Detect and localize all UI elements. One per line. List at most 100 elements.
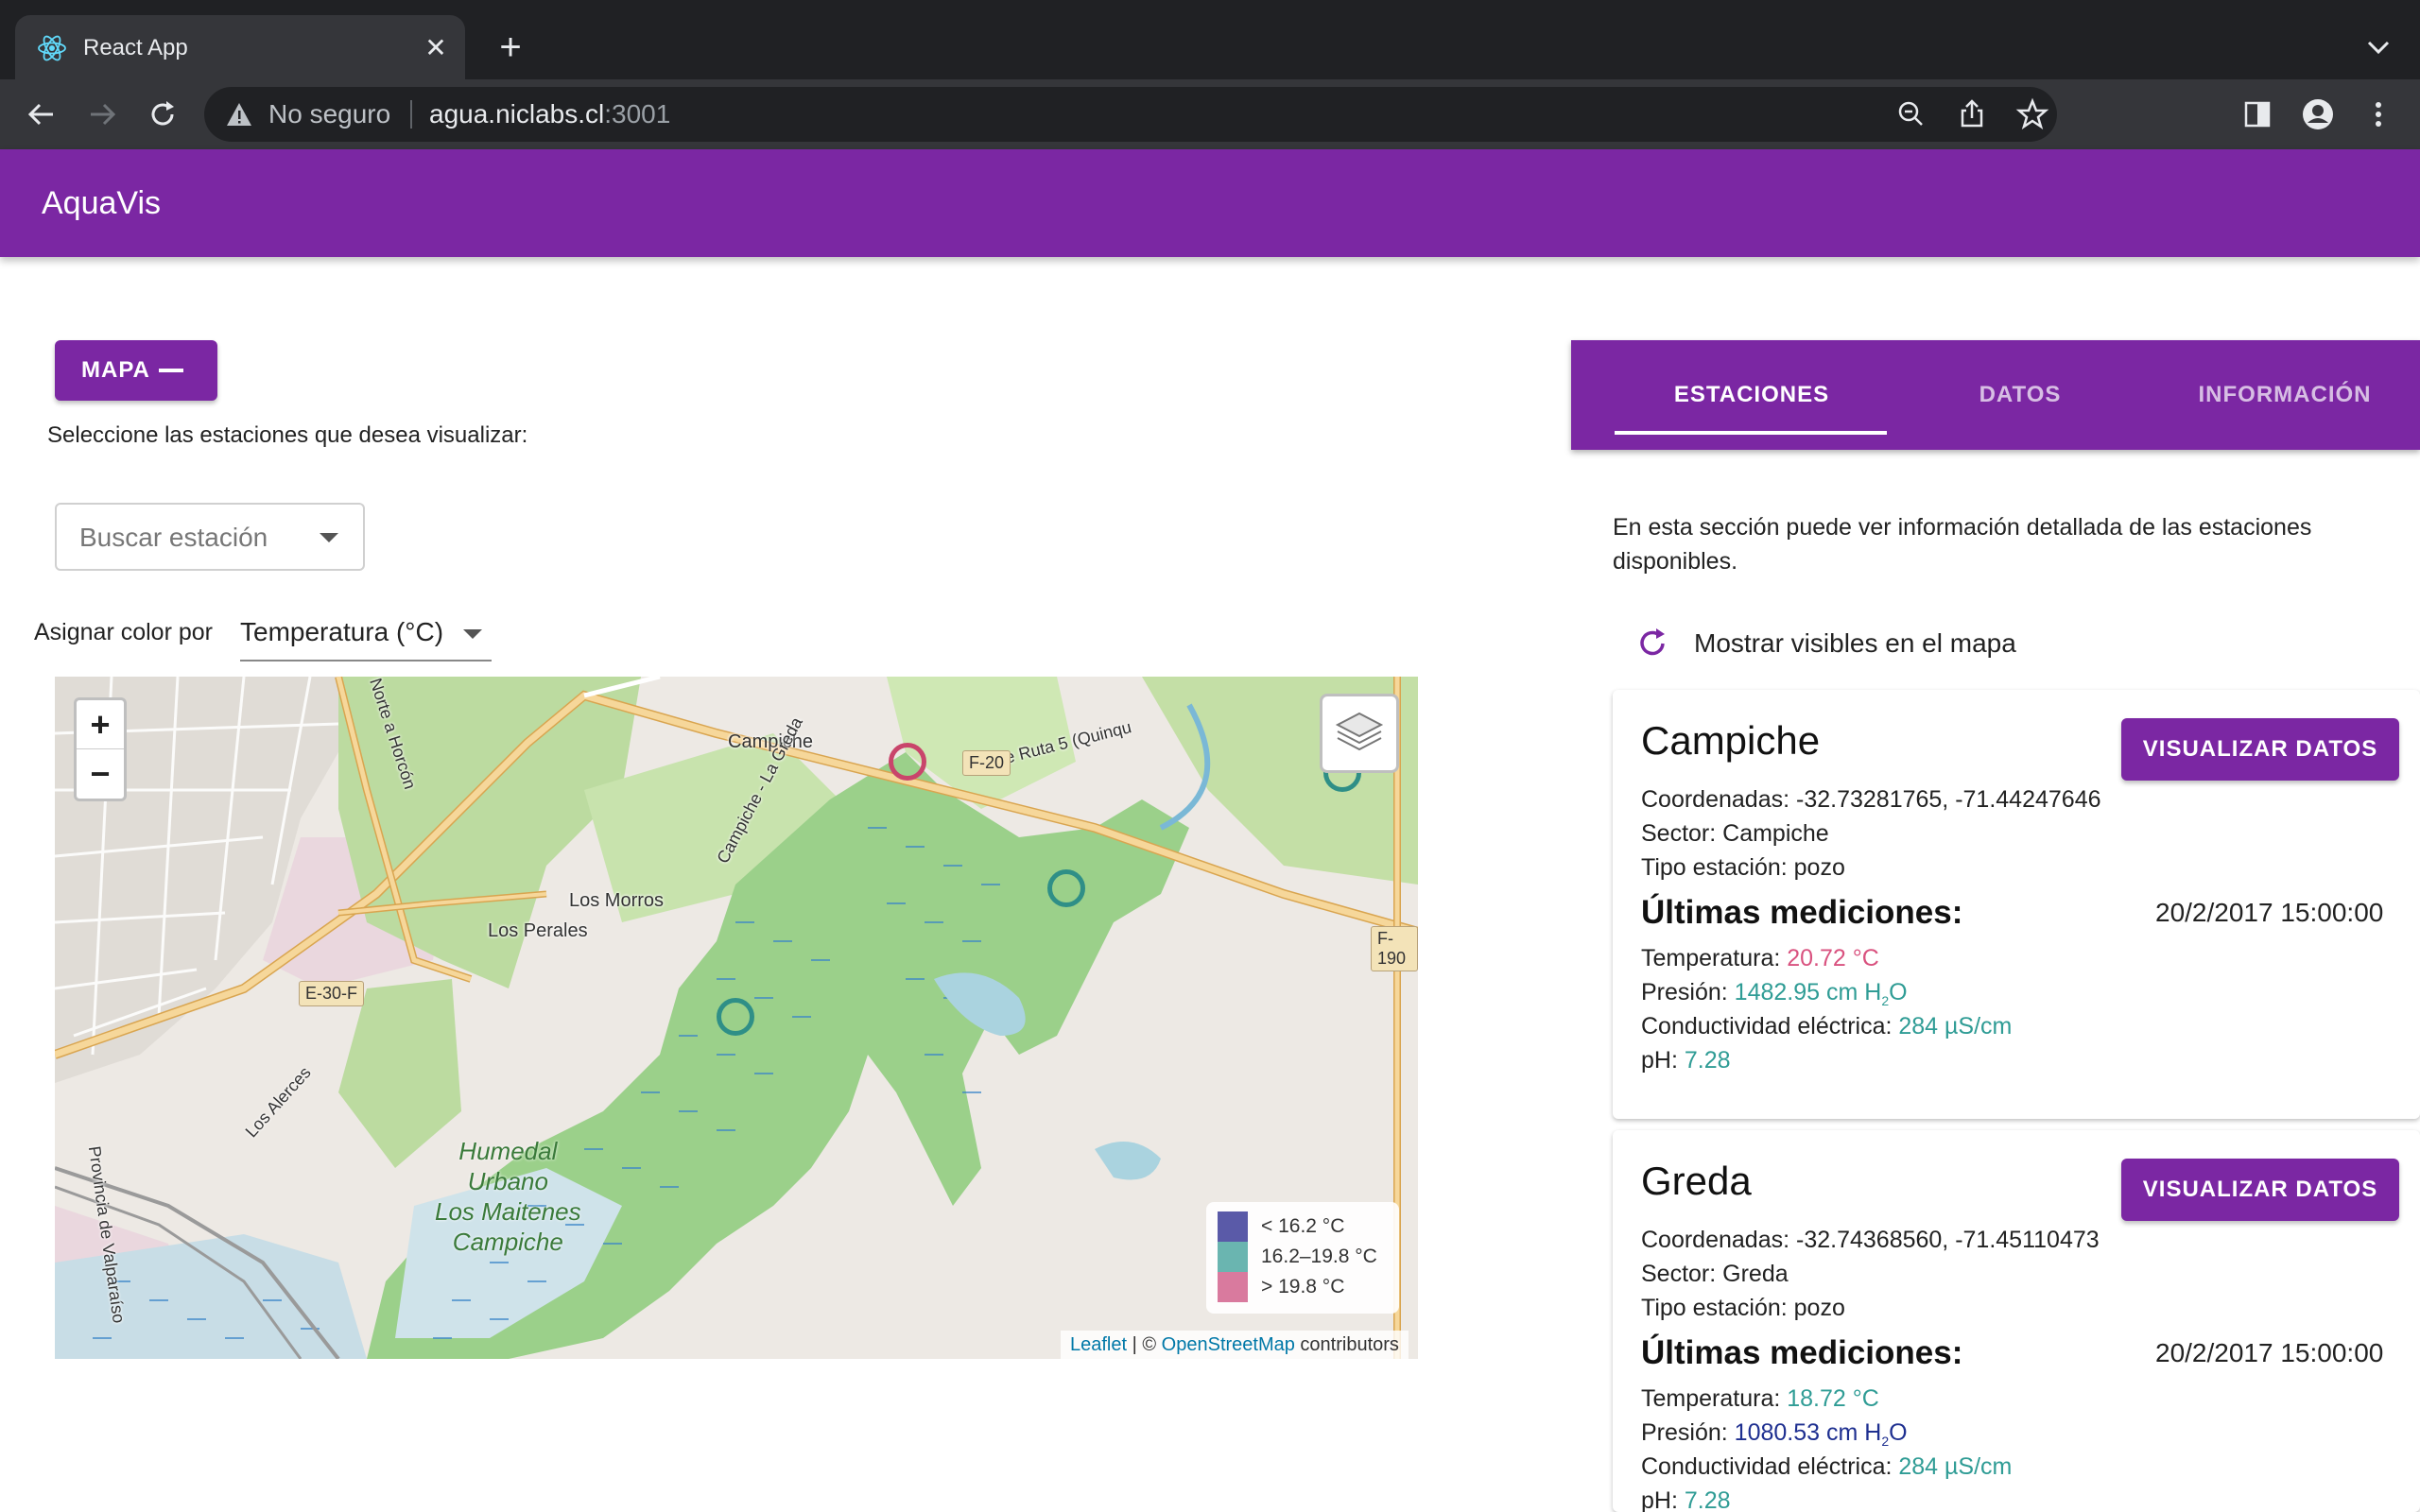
map-label-humedal: Humedal Urbano Los Maitenes Campiche	[435, 1136, 581, 1257]
show-visible-label[interactable]: Mostrar visibles en el mapa	[1694, 626, 2016, 662]
pressure-value-main: 1482.95 cm H	[1734, 979, 1882, 1005]
temperature-label: Temperatura:	[1641, 1385, 1788, 1412]
temperature-value: 20.72 °C	[1787, 945, 1879, 971]
conductivity-label: Conductividad eléctrica:	[1641, 1013, 1899, 1040]
humedal-line-4: Campiche	[452, 1228, 563, 1256]
leaflet-link[interactable]: Leaflet	[1070, 1334, 1127, 1355]
address-bar[interactable]: No seguro agua.niclabs.cl:3001	[204, 87, 2057, 142]
ph-row: pH: 7.28	[1641, 1484, 1731, 1512]
back-icon[interactable]	[21, 94, 62, 135]
map-label-los-perales: Los Perales	[488, 920, 588, 941]
layers-control[interactable]	[1320, 694, 1399, 773]
dropdown-arrow-icon	[463, 629, 482, 639]
pressure-label: Presión:	[1641, 1419, 1735, 1446]
chevron-down-icon[interactable]	[2360, 28, 2397, 66]
road-shield-f190: F-190	[1371, 926, 1418, 971]
measurement-date: 20/2/2017 15:00:00	[2155, 1338, 2384, 1367]
legend-swatch	[1218, 1272, 1248, 1302]
osm-link[interactable]: OpenStreetMap	[1162, 1334, 1295, 1355]
temperature-row: Temperatura: 20.72 °C	[1641, 941, 1879, 975]
visualize-data-button[interactable]: VISUALIZAR DATOS	[2121, 718, 2399, 781]
station-sector: Sector: Greda	[1641, 1261, 1789, 1287]
map-label-los-morros: Los Morros	[569, 890, 665, 911]
pressure-suffix: O	[1889, 1419, 1908, 1446]
station-marker[interactable]	[717, 998, 754, 1036]
side-panel-icon[interactable]	[2237, 94, 2278, 135]
station-coordinates: Coordenadas: -32.73281765, -71.44247646	[1641, 786, 2101, 813]
browser-toolbar: No seguro agua.niclabs.cl:3001	[0, 79, 2420, 149]
legend-swatch	[1218, 1211, 1248, 1242]
close-tab-icon[interactable]: ✕	[420, 32, 452, 64]
right-tab-bar: ESTACIONES DATOS INFORMACIÓN	[1571, 340, 2420, 450]
reload-icon[interactable]	[142, 94, 183, 135]
latest-measurements-heading: Últimas mediciones:	[1641, 1334, 1963, 1371]
ph-label: pH:	[1641, 1047, 1685, 1074]
map-toggle-label: MAPA	[81, 357, 150, 383]
station-marker-red[interactable]	[889, 743, 926, 781]
ph-value: 7.28	[1684, 1487, 1731, 1512]
color-by-select[interactable]: Temperatura (°C)	[240, 609, 492, 662]
ph-label: pH:	[1641, 1487, 1685, 1512]
pressure-label: Presión:	[1641, 979, 1735, 1005]
pressure-value: 1482.95 cm H2O	[1734, 979, 1908, 1008]
ph-value: 7.28	[1684, 1047, 1731, 1074]
station-search-placeholder: Buscar estación	[79, 523, 268, 552]
collapse-icon	[159, 369, 183, 372]
url-text[interactable]: agua.niclabs.cl:3001	[429, 98, 670, 130]
map-toggle-button[interactable]: MAPA	[55, 340, 217, 401]
pressure-value-main: 1080.53 cm H	[1734, 1419, 1882, 1446]
url-port: :3001	[604, 99, 671, 129]
zoom-out-button[interactable]: −	[77, 749, 124, 799]
react-icon	[38, 35, 66, 61]
legend-label: < 16.2 °C	[1261, 1215, 1345, 1237]
browser-tab-strip: React App ✕ +	[0, 0, 2420, 79]
humedal-line-3: Los Maitenes	[435, 1197, 581, 1226]
station-name: Campiche	[1641, 718, 1821, 763]
security-label[interactable]: No seguro	[268, 98, 390, 130]
profile-icon[interactable]	[2297, 94, 2339, 135]
dropdown-arrow-icon	[320, 533, 338, 542]
legend-label: 16.2–19.8 °C	[1261, 1246, 1377, 1267]
tab-datos[interactable]: DATOS	[1883, 340, 2157, 450]
color-by-label: Asignar color por	[34, 619, 213, 645]
conductivity-value: 284 µS/cm	[1898, 1013, 2013, 1040]
temperature-row: Temperatura: 18.72 °C	[1641, 1382, 1879, 1416]
legend-swatch	[1218, 1242, 1248, 1272]
color-by-value: Temperatura (°C)	[240, 617, 444, 646]
map-attribution: Leaflet | © OpenStreetMap contributors	[1061, 1331, 1409, 1359]
station-map[interactable]: Campiche Los Morros Los Perales Cruce Ru…	[55, 677, 1418, 1359]
zoom-control: + −	[74, 697, 127, 801]
layers-icon	[1335, 712, 1384, 751]
new-tab-icon[interactable]: +	[492, 28, 529, 66]
humedal-line-1: Humedal	[458, 1137, 558, 1165]
section-description: En esta sección puede ver información de…	[1613, 514, 2312, 575]
more-menu-icon[interactable]	[2358, 94, 2399, 135]
app-bar: AquaVis	[0, 149, 2420, 257]
station-search-select[interactable]: Buscar estación	[55, 503, 365, 571]
share-icon[interactable]	[1951, 94, 1993, 135]
station-sector: Sector: Campiche	[1641, 820, 1829, 847]
tab-title: React App	[83, 35, 188, 60]
attribution-suffix: contributors	[1294, 1334, 1399, 1355]
url-host: agua.niclabs.cl	[429, 99, 605, 129]
conductivity-row: Conductividad eléctrica: 284 µS/cm	[1641, 1450, 2012, 1484]
pressure-subscript: 2	[1881, 1434, 1890, 1449]
forward-icon[interactable]	[81, 94, 123, 135]
station-type: Tipo estación: pozo	[1641, 1295, 1845, 1321]
visualize-data-button[interactable]: VISUALIZAR DATOS	[2121, 1159, 2399, 1221]
app-title: AquaVis	[42, 185, 162, 221]
bookmark-star-icon[interactable]	[2012, 94, 2053, 135]
zoom-in-button[interactable]: +	[77, 700, 124, 749]
humedal-line-2: Urbano	[467, 1167, 548, 1195]
refresh-icon[interactable]	[1634, 624, 1671, 662]
temperature-value: 18.72 °C	[1787, 1385, 1879, 1412]
browser-tab[interactable]: React App ✕	[15, 15, 465, 79]
temperature-label: Temperatura:	[1641, 945, 1788, 971]
measurement-date: 20/2/2017 15:00:00	[2155, 898, 2384, 927]
temperature-legend: < 16.2 °C 16.2–19.8 °C > 19.8 °C	[1206, 1202, 1399, 1314]
station-marker[interactable]	[1047, 869, 1085, 907]
station-card-campiche: Campiche VISUALIZAR DATOS Coordenadas: -…	[1613, 690, 2420, 1119]
active-tab-indicator	[1615, 431, 1887, 435]
tab-informacion[interactable]: INFORMACIÓN	[2148, 340, 2420, 450]
zoom-out-icon[interactable]	[1891, 94, 1932, 135]
